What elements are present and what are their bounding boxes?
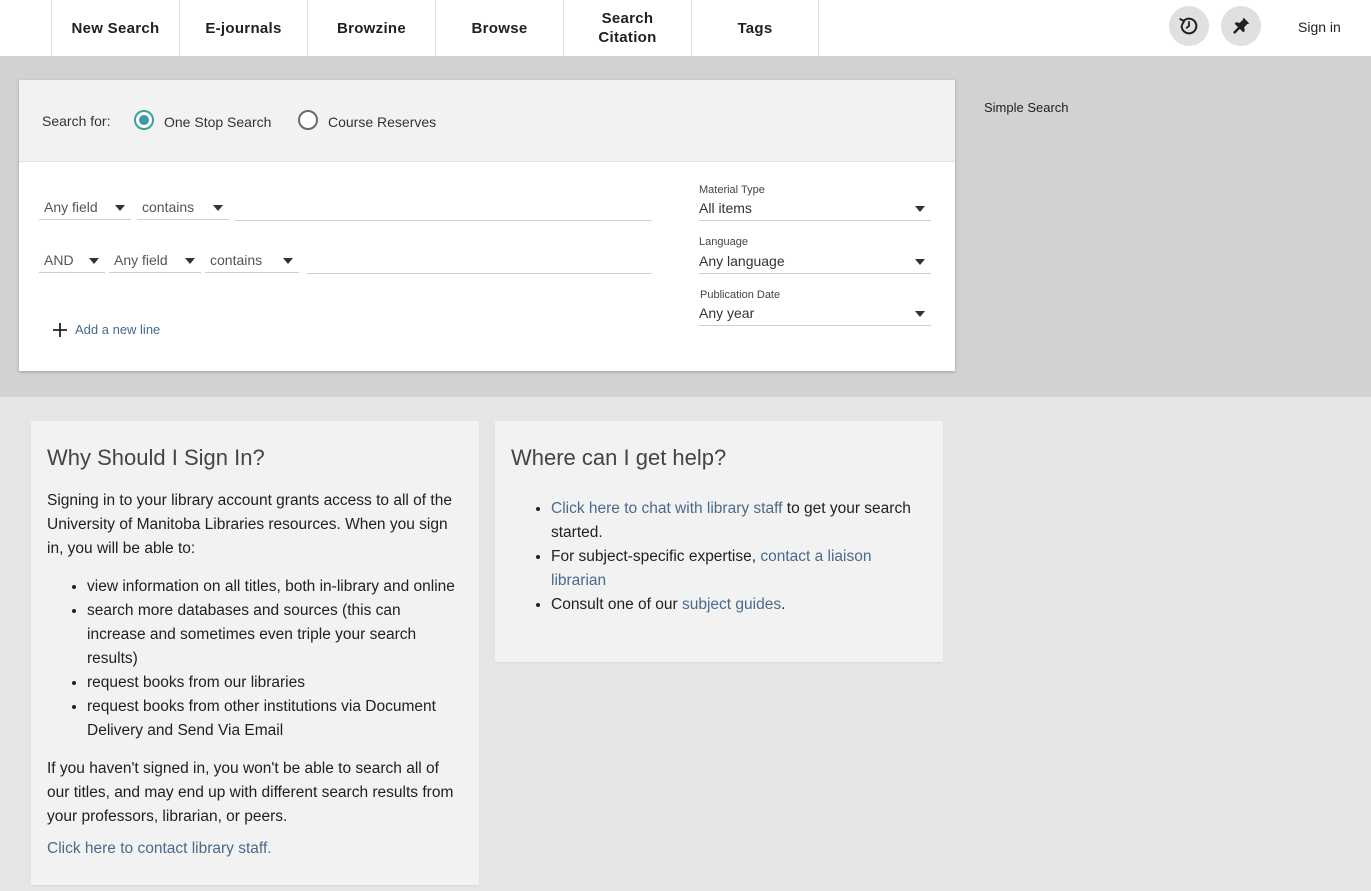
main-nav: New Search E-journals Browzine Browse Se… bbox=[51, 0, 819, 56]
pin-icon bbox=[1233, 17, 1250, 34]
publication-date-label: Publication Date bbox=[700, 289, 781, 301]
help-box-title: Where can I get help? bbox=[511, 445, 727, 470]
help-info-box: Where can I get help? Click here to chat… bbox=[495, 421, 943, 662]
list-item: request books from other institutions vi… bbox=[87, 695, 463, 743]
publication-date-value: Any year bbox=[699, 305, 755, 321]
language-label: Language bbox=[699, 236, 748, 248]
subject-guides-period: . bbox=[781, 596, 786, 613]
chevron-down-icon bbox=[115, 205, 125, 211]
search-history-button[interactable] bbox=[1169, 6, 1209, 46]
list-item: request books from our libraries bbox=[87, 671, 463, 695]
subject-guides-link[interactable]: subject guides bbox=[682, 596, 781, 613]
simple-search-link[interactable]: Simple Search bbox=[984, 100, 1069, 115]
sign-in-intro: Signing in to your library account grant… bbox=[47, 492, 452, 557]
list-item: search more databases and sources (this … bbox=[87, 599, 463, 671]
sign-in-benefits-list: view information on all titles, both in-… bbox=[47, 575, 463, 743]
search-for-label: Search for: bbox=[42, 113, 111, 129]
subject-guides-text: Consult one of our bbox=[551, 596, 682, 613]
list-item: For subject-specific expertise, contact … bbox=[551, 545, 927, 593]
row1-field-select[interactable]: Any field bbox=[39, 196, 131, 220]
list-item: Consult one of our subject guides. bbox=[551, 593, 927, 617]
course-reserves-radio[interactable] bbox=[298, 110, 318, 130]
top-bar: New Search E-journals Browzine Browse Se… bbox=[0, 0, 1371, 56]
plus-icon bbox=[53, 322, 67, 337]
material-type-label: Material Type bbox=[699, 184, 765, 196]
row2-field-value: Any field bbox=[114, 252, 168, 268]
add-new-line-label: Add a new line bbox=[75, 322, 161, 337]
row2-boolean-select[interactable]: AND bbox=[39, 249, 105, 273]
language-select[interactable]: Any language bbox=[699, 250, 931, 274]
row1-operator-select[interactable]: contains bbox=[137, 196, 229, 220]
row2-operator-select[interactable]: contains bbox=[205, 249, 299, 273]
search-scope-bar: Search for: One Stop Search Course Reser… bbox=[19, 80, 955, 162]
chevron-down-icon bbox=[915, 311, 925, 317]
row2-boolean-value: AND bbox=[44, 252, 74, 268]
course-reserves-label[interactable]: Course Reserves bbox=[328, 114, 436, 130]
one-stop-search-label[interactable]: One Stop Search bbox=[164, 114, 271, 130]
sign-in-info-box: Why Should I Sign In? Signing in to your… bbox=[31, 421, 479, 885]
row2-operator-value: contains bbox=[210, 252, 263, 268]
row1-operator-value: contains bbox=[142, 199, 195, 215]
nav-search-citation[interactable]: Search Citation bbox=[563, 0, 691, 56]
row1-field-value: Any field bbox=[44, 199, 98, 215]
chevron-down-icon bbox=[283, 258, 293, 264]
nav-browse[interactable]: Browse bbox=[435, 0, 563, 56]
list-item: Click here to chat with library staff to… bbox=[551, 497, 927, 545]
chevron-down-icon bbox=[185, 258, 195, 264]
row2-field-select[interactable]: Any field bbox=[109, 249, 201, 273]
sign-in-link[interactable]: Sign in bbox=[1290, 17, 1349, 37]
list-item: view information on all titles, both in-… bbox=[87, 575, 463, 599]
add-new-line-button[interactable]: Add a new line bbox=[53, 322, 160, 337]
chevron-down-icon bbox=[89, 258, 99, 264]
pinned-items-button[interactable] bbox=[1221, 6, 1261, 46]
chevron-down-icon bbox=[915, 206, 925, 212]
material-type-select[interactable]: All items bbox=[699, 197, 931, 221]
contact-library-staff-link[interactable]: Click here to contact library staff. bbox=[47, 840, 272, 857]
history-icon bbox=[1179, 17, 1198, 35]
nav-new-search[interactable]: New Search bbox=[51, 0, 179, 56]
material-type-value: All items bbox=[699, 200, 752, 216]
publication-date-select[interactable]: Any year bbox=[699, 302, 931, 326]
one-stop-search-radio[interactable] bbox=[134, 110, 154, 130]
sign-in-outro: If you haven't signed in, you won't be a… bbox=[47, 760, 454, 825]
sign-in-box-title: Why Should I Sign In? bbox=[47, 445, 265, 470]
chevron-down-icon bbox=[915, 259, 925, 265]
subject-expertise-text: For subject-specific expertise, bbox=[551, 548, 761, 565]
help-list: Click here to chat with library staff to… bbox=[511, 497, 927, 617]
row1-search-input[interactable] bbox=[235, 197, 652, 221]
nav-browzine[interactable]: Browzine bbox=[307, 0, 435, 56]
nav-tags[interactable]: Tags bbox=[691, 0, 819, 56]
chat-with-staff-link[interactable]: Click here to chat with library staff bbox=[551, 500, 782, 517]
language-value: Any language bbox=[699, 253, 785, 269]
row2-search-input[interactable] bbox=[307, 250, 652, 274]
advanced-search-card: Search for: One Stop Search Course Reser… bbox=[19, 80, 955, 371]
nav-e-journals[interactable]: E-journals bbox=[179, 0, 307, 56]
chevron-down-icon bbox=[213, 205, 223, 211]
